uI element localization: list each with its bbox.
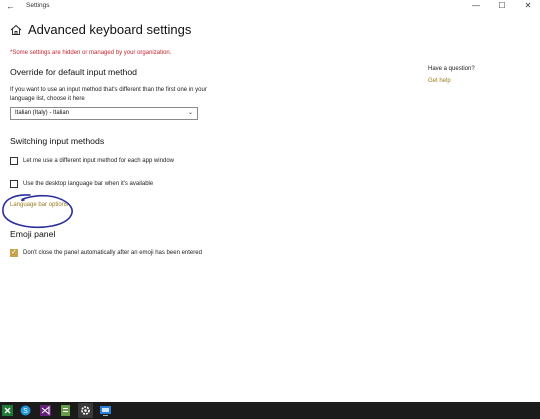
window-title: Settings [26,2,50,9]
minimize-button[interactable]: — [468,0,484,14]
file-icon[interactable] [58,403,73,418]
back-button[interactable]: ← [6,0,18,12]
page-title: Advanced keyboard settings [28,22,192,37]
highlight-circle-annotation [2,194,73,228]
dropdown-value: Italian (Italy) - Italian [15,110,70,116]
skype-icon[interactable]: S [18,403,33,418]
get-help-link[interactable]: Get help [428,78,451,84]
per-app-input-checkbox[interactable] [10,157,18,165]
title-bar: ← Settings — ☐ ✕ [0,0,540,14]
home-icon[interactable] [10,24,22,36]
input-method-dropdown[interactable]: Italian (Italy) - Italian ⌄ [10,107,198,120]
remote-desktop-icon[interactable] [98,403,113,418]
visual-studio-icon[interactable] [38,403,53,418]
chevron-down-icon: ⌄ [187,110,193,116]
settings-icon[interactable] [78,403,93,418]
emoji-heading: Emoji panel [10,229,56,239]
override-heading: Override for default input method [10,67,138,77]
settings-window: ← Settings — ☐ ✕ Advanced keyboard setti… [0,0,540,402]
svg-text:S: S [23,408,28,415]
per-app-input-label: Let me use a different input method for … [23,158,174,164]
switching-heading: Switching input methods [10,136,105,146]
override-description: If you want to use an input method that'… [10,87,207,102]
per-app-input-checkbox-row[interactable]: Let me use a different input method for … [10,157,210,165]
help-title: Have a question? [428,66,475,72]
organization-note: *Some settings are hidden or managed by … [10,50,172,56]
close-button[interactable]: ✕ [520,0,536,14]
maximize-button[interactable]: ☐ [494,0,510,14]
emoji-panel-checkbox[interactable] [10,248,18,257]
emoji-panel-label: Don't close the panel automatically afte… [23,250,202,256]
excel-icon[interactable] [0,403,15,418]
emoji-panel-checkbox-row[interactable]: Don't close the panel automatically afte… [10,248,210,267]
taskbar: S [0,402,540,419]
